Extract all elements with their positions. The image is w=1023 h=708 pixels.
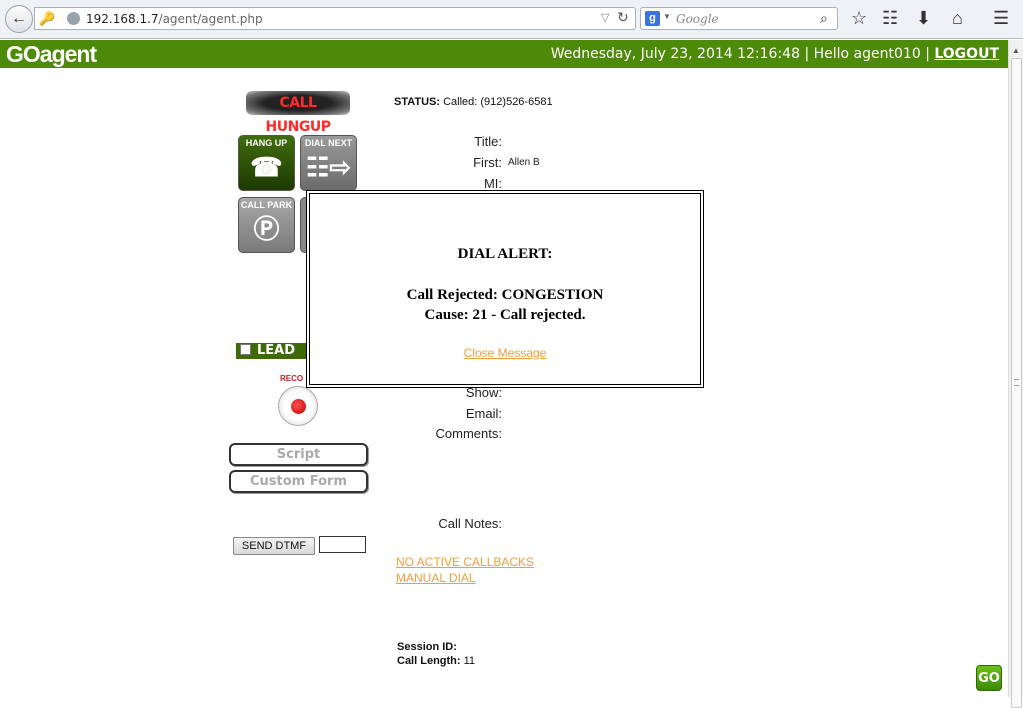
back-arrow-icon[interactable]: ← [5,5,33,33]
bookmark-star-icon[interactable]: ☆ [851,8,867,29]
go-badge-icon[interactable]: GO [976,665,1002,691]
close-message-link[interactable]: Close Message [310,346,700,360]
manual-dial-link[interactable]: MANUAL DIAL [396,571,476,585]
script-button[interactable]: Script [229,443,368,466]
scroll-thumb[interactable] [1011,58,1022,708]
header-separator: | [804,46,810,62]
hang-up-label: HANG UP [245,138,288,148]
header-info: Wednesday, July 23, 2014 12:16:48 | Hell… [551,46,999,62]
home-icon[interactable]: ⌂ [952,8,963,29]
google-icon[interactable]: g [645,11,660,26]
callbacks-link[interactable]: NO ACTIVE CALLBACKS [396,555,534,569]
custom-form-button[interactable]: Custom Form [229,470,368,493]
dropdown-arrow-icon[interactable]: ▽ [601,11,609,24]
thumb-grip [1014,379,1019,386]
header-datetime: Wednesday, July 23, 2014 12:16:48 [550,46,800,62]
reload-icon[interactable]: ↻ [617,9,629,26]
modal-message-line2: Cause: 21 - Call rejected. [424,307,586,323]
session-id: Session ID: [397,641,457,653]
record-icon [291,399,306,414]
record-button[interactable] [278,386,318,426]
header-greeting: Hello agent010 [813,46,921,62]
search-box[interactable]: g ▼ Google ⌕ [640,7,838,30]
address-bar[interactable]: 🔑 192.168.1.7/agent/agent.php ▽ ↻ [34,7,636,30]
parking-icon: Ⓟ [253,214,280,244]
session-id-label: Session ID: [397,641,457,653]
call-hungup-badge: CALL HUNGUP [246,91,350,135]
engine-dropdown-icon[interactable]: ▼ [663,12,671,21]
browser-toolbar: ← 🔑 192.168.1.7/agent/agent.php ▽ ↻ g ▼ … [0,0,1023,39]
dial-alert-modal: DIAL ALERT: Call Rejected: CONGESTION Ca… [306,190,704,388]
status-value: Called: (912)526-6581 [443,96,553,108]
app-header: GOagent Wednesday, July 23, 2014 12:16:4… [0,40,1008,68]
dial-next-label: DIAL NEXT [304,138,353,148]
first-name-value: Allen B [508,157,540,168]
mi-label: MI: [483,176,502,191]
dtmf-input[interactable] [319,536,366,553]
url-host: 192.168.1.7 [86,12,159,26]
record-label: RECO [280,374,304,383]
menu-icon[interactable]: ☰ [993,8,1009,29]
dial-next-button[interactable]: DIAL NEXT ☷⇨ [300,135,357,191]
scroll-up-icon[interactable]: ▲ [1012,46,1020,55]
url-text[interactable]: 192.168.1.7/agent/agent.php [86,12,263,26]
reading-list-icon[interactable]: ☷ [882,8,898,29]
call-notes-label: Call Notes: [438,516,502,531]
modal-title: DIAL ALERT: [457,246,553,262]
download-icon[interactable]: ⬇ [916,8,931,29]
title-label: Title: [474,134,502,149]
key-icon: 🔑 [39,11,56,26]
email-label: Email: [465,406,502,421]
status-label: STATUS: [394,96,441,108]
vertical-scrollbar[interactable]: ▲ [1008,40,1023,708]
call-length: Call Length: 11 [397,655,475,667]
lead-preview-toggle[interactable]: LEAD P [236,343,308,373]
url-path: /agent/agent.php [158,12,263,26]
goagent-logo: GOagent [6,41,97,67]
dialpad-icon: ☷⇨ [305,152,352,182]
logout-link[interactable]: LOGOUT [934,46,999,62]
header-separator: | [925,46,930,62]
phone-icon: ☎ [250,152,283,182]
call-park-label: CALL PARK [240,200,293,210]
call-status-line: STATUS: Called: (912)526-6581 [394,96,553,108]
globe-icon [67,12,80,25]
call-park-button[interactable]: CALL PARK Ⓟ [238,197,295,253]
send-dtmf-button[interactable]: SEND DTMF [233,537,315,555]
call-length-label: Call Length: [397,655,461,667]
search-placeholder: Google [676,12,719,26]
call-length-value: 11 [463,655,476,667]
hang-up-button[interactable]: HANG UP ☎ [238,135,295,191]
lead-preview-checkbox[interactable] [240,344,251,355]
first-name-label: First: [473,155,502,170]
modal-message-line1: Call Rejected: CONGESTION [406,287,604,303]
modal-frame: DIAL ALERT: Call Rejected: CONGESTION Ca… [309,193,701,385]
search-icon[interactable]: ⌕ [820,10,828,27]
comments-label: Comments: [435,426,502,441]
